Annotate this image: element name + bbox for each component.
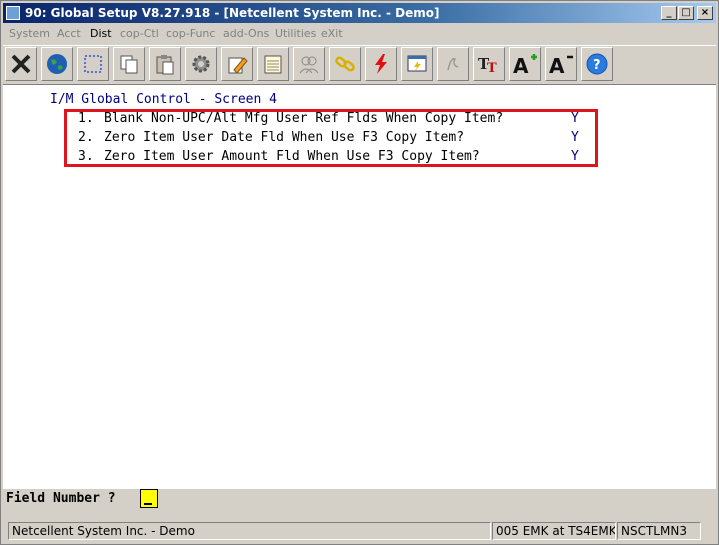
toolbar-select-button[interactable] bbox=[77, 47, 109, 81]
svg-text:T: T bbox=[487, 61, 497, 75]
font-decrease-icon: A bbox=[549, 54, 573, 76]
option-3-text: Zero Item User Amount Fld When Use F3 Co… bbox=[104, 149, 480, 164]
menu-utilities[interactable]: Utilities bbox=[275, 27, 316, 40]
link-icon bbox=[335, 56, 355, 72]
menu-exit[interactable]: eXit bbox=[321, 27, 343, 40]
menu-cop-ctl[interactable]: cop-Ctl bbox=[120, 27, 159, 40]
toolbar-edit-button[interactable] bbox=[221, 47, 253, 81]
toolbar-close-button[interactable] bbox=[5, 47, 37, 81]
toolbar-help-button[interactable]: ? bbox=[581, 47, 613, 81]
toolbar-notepad-button[interactable] bbox=[257, 47, 289, 81]
screen-action-icon bbox=[407, 55, 427, 72]
option-1-number: 1. bbox=[78, 111, 94, 126]
menu-add-ons[interactable]: add-Ons bbox=[223, 27, 269, 40]
option-2-value[interactable]: Y bbox=[571, 130, 579, 145]
toolbar-screen-button[interactable] bbox=[401, 47, 433, 81]
app-icon bbox=[6, 6, 20, 20]
globe-icon bbox=[47, 54, 67, 74]
users-icon bbox=[299, 56, 319, 74]
option-1-text: Blank Non-UPC/Alt Mfg User Ref Flds When… bbox=[104, 111, 504, 126]
font-increase-icon: A bbox=[513, 54, 537, 76]
toolbar-settings-button[interactable] bbox=[185, 47, 217, 81]
toolbar-font-button[interactable]: TT bbox=[473, 47, 505, 81]
maximize-button[interactable]: □ bbox=[678, 6, 694, 20]
svg-text:A: A bbox=[513, 54, 529, 76]
field-number-prompt: Field Number ? bbox=[6, 491, 116, 506]
toolbar-font-increase-button[interactable]: A bbox=[509, 47, 541, 81]
svg-text:?: ? bbox=[593, 58, 601, 73]
option-3-value[interactable]: Y bbox=[571, 149, 579, 164]
toolbar-font-decrease-button[interactable]: A bbox=[545, 47, 577, 81]
help-icon: ? bbox=[586, 53, 608, 75]
status-bar: Netcellent System Inc. - Demo 005 EMK at… bbox=[3, 521, 716, 541]
toolbar-users-button[interactable] bbox=[293, 47, 325, 81]
close-button[interactable]: × bbox=[697, 6, 713, 20]
svg-text:A: A bbox=[549, 54, 565, 76]
toolbar-paste-button[interactable] bbox=[149, 47, 181, 81]
toolbar-copy-button[interactable] bbox=[113, 47, 145, 81]
toolbar-run-button[interactable] bbox=[365, 47, 397, 81]
menu-system[interactable]: System bbox=[9, 27, 50, 40]
window-title: 90: Global Setup V8.27.918 - [Netcellent… bbox=[25, 6, 440, 20]
terminal-screen: I/M Global Control - Screen 4 1. Blank N… bbox=[3, 85, 716, 489]
screen-heading: I/M Global Control - Screen 4 bbox=[50, 92, 277, 107]
select-box-icon bbox=[84, 55, 102, 73]
toolbar-globe-button[interactable] bbox=[41, 47, 73, 81]
edit-pencil-icon bbox=[228, 57, 248, 74]
close-x-icon bbox=[11, 54, 31, 74]
toolbar-link-button[interactable] bbox=[329, 47, 361, 81]
script-icon bbox=[447, 58, 459, 71]
option-1-value[interactable]: Y bbox=[571, 111, 579, 126]
text-cursor bbox=[144, 503, 152, 505]
option-2-number: 2. bbox=[78, 130, 94, 145]
font-tt-icon: TT bbox=[478, 55, 497, 75]
lightning-icon bbox=[375, 54, 387, 74]
option-3-number: 3. bbox=[78, 149, 94, 164]
status-session: 005 EMK at TS4EMK bbox=[492, 522, 616, 540]
menu-cop-func[interactable]: cop-Func bbox=[166, 27, 215, 40]
menu-dist[interactable]: Dist bbox=[90, 27, 112, 40]
gear-icon bbox=[192, 55, 210, 73]
title-bar[interactable]: 90: Global Setup V8.27.918 - [Netcellent… bbox=[3, 3, 716, 23]
option-2-text: Zero Item User Date Fld When Use F3 Copy… bbox=[104, 130, 465, 145]
minimize-button[interactable]: _ bbox=[661, 6, 677, 20]
prompt-bar: Field Number ? bbox=[3, 489, 716, 521]
copy-icon bbox=[120, 55, 138, 74]
toolbar-script-button[interactable] bbox=[437, 47, 469, 81]
status-company: Netcellent System Inc. - Demo bbox=[8, 522, 491, 540]
menu-bar: System Acct Dist cop-Ctl cop-Func add-On… bbox=[3, 24, 716, 43]
paste-icon bbox=[156, 55, 174, 75]
menu-acct[interactable]: Acct bbox=[57, 27, 81, 40]
toolbar: TT A A ? bbox=[3, 45, 716, 85]
status-terminal: NSCTLMN3 bbox=[617, 522, 701, 540]
application-window: 90: Global Setup V8.27.918 - [Netcellent… bbox=[0, 0, 719, 545]
field-number-input[interactable] bbox=[140, 489, 158, 508]
notepad-icon bbox=[264, 55, 282, 74]
